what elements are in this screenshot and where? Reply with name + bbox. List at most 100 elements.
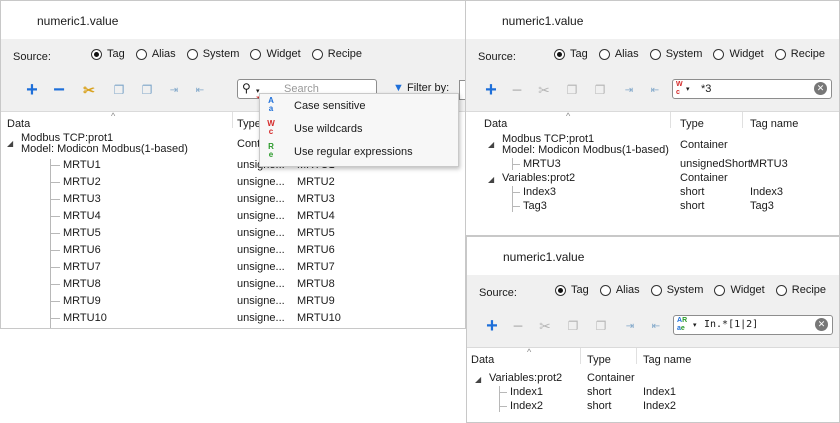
radio-recipe[interactable]: Recipe	[775, 284, 826, 296]
collapse-arrow-icon[interactable]: ◢	[488, 140, 494, 149]
remove-icon[interactable]: −	[508, 80, 526, 100]
tree-leaf-label: MRTU3	[523, 158, 561, 170]
column-header-data[interactable]: Data	[484, 118, 507, 130]
column-header-type[interactable]: Type	[680, 118, 704, 130]
radio-widget[interactable]: Widget	[250, 48, 301, 60]
cut-icon[interactable]: ✂	[80, 81, 98, 99]
table-row[interactable]: MRTU2 unsigne... MRTU2	[1, 176, 465, 189]
radio-dot[interactable]	[775, 284, 787, 296]
tree-leaf-type: short	[587, 386, 612, 398]
radio-dot[interactable]	[649, 48, 661, 60]
search-input[interactable]: Wc ▾ *3 ✕	[672, 79, 832, 99]
tree-leaf-tag: MRTU2	[297, 176, 335, 188]
wildcards-icon[interactable]: Wc	[676, 81, 683, 97]
radio-dot[interactable]	[250, 48, 262, 60]
remove-icon[interactable]: −	[509, 316, 527, 336]
column-header-tag-name[interactable]: Tag name	[750, 118, 798, 130]
radio-dot-selected[interactable]	[554, 48, 565, 60]
tree-leaf-type: unsigne...	[237, 295, 285, 307]
radio-dot-selected[interactable]	[91, 48, 102, 60]
filter-dropdown[interactable]	[459, 80, 465, 100]
column-separator	[636, 348, 637, 364]
column-header-type[interactable]: Type	[587, 354, 611, 366]
toolbar: + − ✂ ❐ ❐ ⇥ ⇤ Wc ▾ *3 ✕	[466, 77, 839, 103]
tree-leaf-label: Index2	[510, 400, 544, 412]
clear-icon[interactable]: ✕	[815, 318, 828, 331]
radio-dot[interactable]	[713, 48, 725, 60]
export-icon[interactable]: ⇤	[647, 317, 665, 335]
radio-dot[interactable]	[135, 48, 147, 60]
menu-item-wildcards[interactable]: Wc Use wildcards	[260, 118, 458, 141]
menu-item-case-sensitive[interactable]: Aa Case sensitive	[260, 95, 458, 118]
tree-leaf-type: short	[680, 200, 705, 212]
cut-icon[interactable]: ✂	[536, 317, 554, 335]
copy-icon[interactable]: ❐	[110, 81, 128, 99]
tree-leaf-label: MRTU3	[63, 193, 101, 205]
radio-recipe[interactable]: Recipe	[774, 48, 825, 60]
tree-leaf-type: unsigne...	[237, 244, 285, 256]
radio-dot[interactable]	[650, 284, 662, 296]
import-icon[interactable]: ⇥	[621, 317, 639, 335]
radio-dot[interactable]	[774, 48, 786, 60]
radio-alias[interactable]: Alias	[598, 48, 639, 60]
search-options-icon[interactable]: ⚲	[242, 81, 251, 95]
radio-dot-selected[interactable]	[555, 284, 566, 296]
source-radio-group: Tag Alias System Widget Recipe	[554, 48, 833, 63]
radio-tag[interactable]: Tag	[554, 48, 588, 60]
case-regex-icon[interactable]: AR ae	[677, 317, 687, 333]
table-row[interactable]: MRTU9 unsigne... MRTU9	[1, 295, 465, 308]
sort-arrow-icon: ^	[111, 111, 116, 121]
radio-dot[interactable]	[598, 48, 610, 60]
radio-dot[interactable]	[186, 48, 198, 60]
tree-line	[50, 250, 60, 251]
table-row[interactable]: MRTU3 unsigne... MRTU3	[1, 193, 465, 206]
copy-icon[interactable]: ❐	[564, 317, 582, 335]
column-header-type[interactable]: Type	[237, 118, 261, 130]
tree-node-type: Container	[680, 172, 728, 184]
export-icon[interactable]: ⇤	[191, 81, 209, 99]
paste-icon[interactable]: ❐	[592, 317, 610, 335]
radio-tag[interactable]: Tag	[555, 284, 589, 296]
radio-tag[interactable]: Tag	[91, 48, 125, 60]
add-icon[interactable]: +	[23, 79, 41, 101]
cut-icon[interactable]: ✂	[535, 81, 553, 99]
column-header-tag-name[interactable]: Tag name	[643, 354, 691, 366]
export-icon[interactable]: ⇤	[646, 81, 664, 99]
column-header-data[interactable]: Data	[7, 118, 30, 130]
add-icon[interactable]: +	[482, 79, 500, 101]
table-row[interactable]: MRTU4 unsigne... MRTU4	[1, 210, 465, 223]
table-row[interactable]: MRTU6 unsigne... MRTU6	[1, 244, 465, 257]
radio-recipe[interactable]: Recipe	[311, 48, 362, 60]
remove-icon[interactable]: −	[50, 79, 68, 101]
radio-alias[interactable]: Alias	[599, 284, 640, 296]
table-row[interactable]: MRTU8 unsigne... MRTU8	[1, 278, 465, 291]
paste-icon[interactable]: ❐	[138, 81, 156, 99]
table-row[interactable]: MRTU5 unsigne... MRTU5	[1, 227, 465, 240]
add-icon[interactable]: +	[483, 315, 501, 337]
radio-alias[interactable]: Alias	[135, 48, 176, 60]
table-row[interactable]: MRTU7 unsigne... MRTU7	[1, 261, 465, 274]
table-row[interactable]: MRTU10 unsigne... MRTU10	[1, 312, 465, 325]
radio-dot[interactable]	[714, 284, 726, 296]
import-icon[interactable]: ⇥	[165, 81, 183, 99]
column-header-data[interactable]: Data	[471, 354, 494, 366]
paste-icon[interactable]: ❐	[591, 81, 609, 99]
menu-item-regular-expressions[interactable]: Re Use regular expressions	[260, 141, 458, 164]
radio-system[interactable]: System	[650, 284, 703, 296]
collapse-arrow-icon[interactable]: ◢	[475, 375, 481, 384]
collapse-arrow-icon[interactable]: ◢	[488, 175, 494, 184]
radio-widget[interactable]: Widget	[714, 284, 765, 296]
radio-widget[interactable]: Widget	[713, 48, 764, 60]
radio-dot[interactable]	[599, 284, 611, 296]
tree-line	[50, 182, 60, 183]
search-input[interactable]: AR ae ▾ In.*[1|2] ✕	[673, 315, 833, 335]
collapse-arrow-icon[interactable]: ◢	[7, 139, 13, 148]
import-icon[interactable]: ⇥	[620, 81, 638, 99]
clear-icon[interactable]: ✕	[814, 82, 827, 95]
tree-leaf-tag: MRTU7	[297, 261, 335, 273]
radio-dot[interactable]	[311, 48, 323, 60]
tree-leaf-label: MRTU5	[63, 227, 101, 239]
radio-system[interactable]: System	[186, 48, 239, 60]
radio-system[interactable]: System	[649, 48, 702, 60]
copy-icon[interactable]: ❐	[563, 81, 581, 99]
